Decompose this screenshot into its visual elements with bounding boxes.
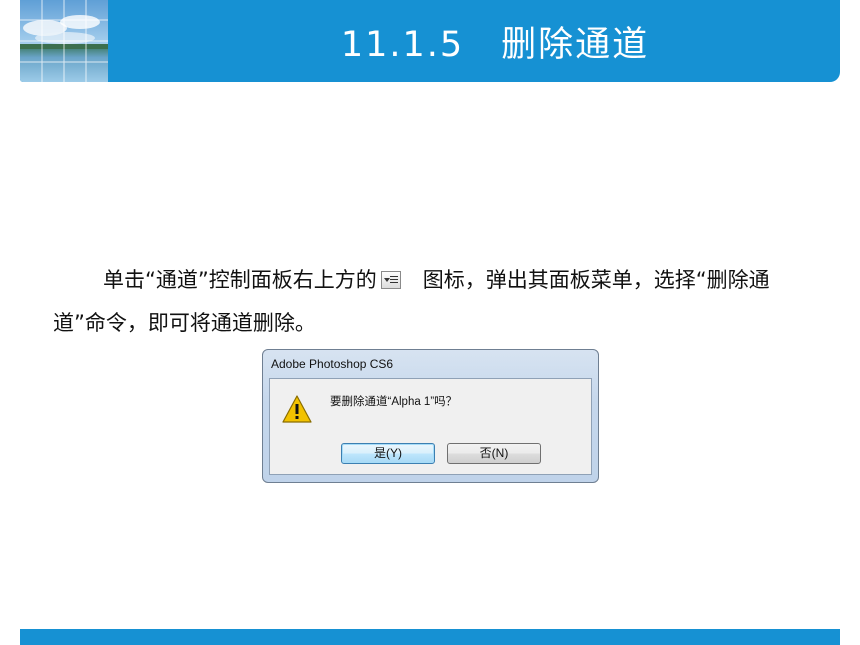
landscape-thumbnail [20,0,108,82]
dialog-message: 要删除通道“Alpha 1”吗？ [330,396,458,408]
page-title: 11.1.5 删除通道 [340,24,650,65]
panel-menu-icon [380,271,401,289]
no-button[interactable]: 否(N) [447,443,541,464]
instruction-paragraph: 单击“通道”控制面板右上方的 图标，弹出其面板菜单，选择“删除通道”命令，即可将通… [53,259,813,345]
warning-icon [281,394,313,424]
dialog-body: 要删除通道“Alpha 1”吗？ 是(Y) 否(N) [269,378,592,475]
yes-button[interactable]: 是(Y) [341,443,435,464]
footer-bar [20,629,840,645]
confirm-delete-dialog: Adobe Photoshop CS6 要删除通道“Alpha 1”吗？ 是(Y… [262,349,599,483]
paragraph-text-before-icon: 单击“通道”控制面板右上方的 [103,268,377,292]
dialog-title: Adobe Photoshop CS6 [271,357,394,371]
